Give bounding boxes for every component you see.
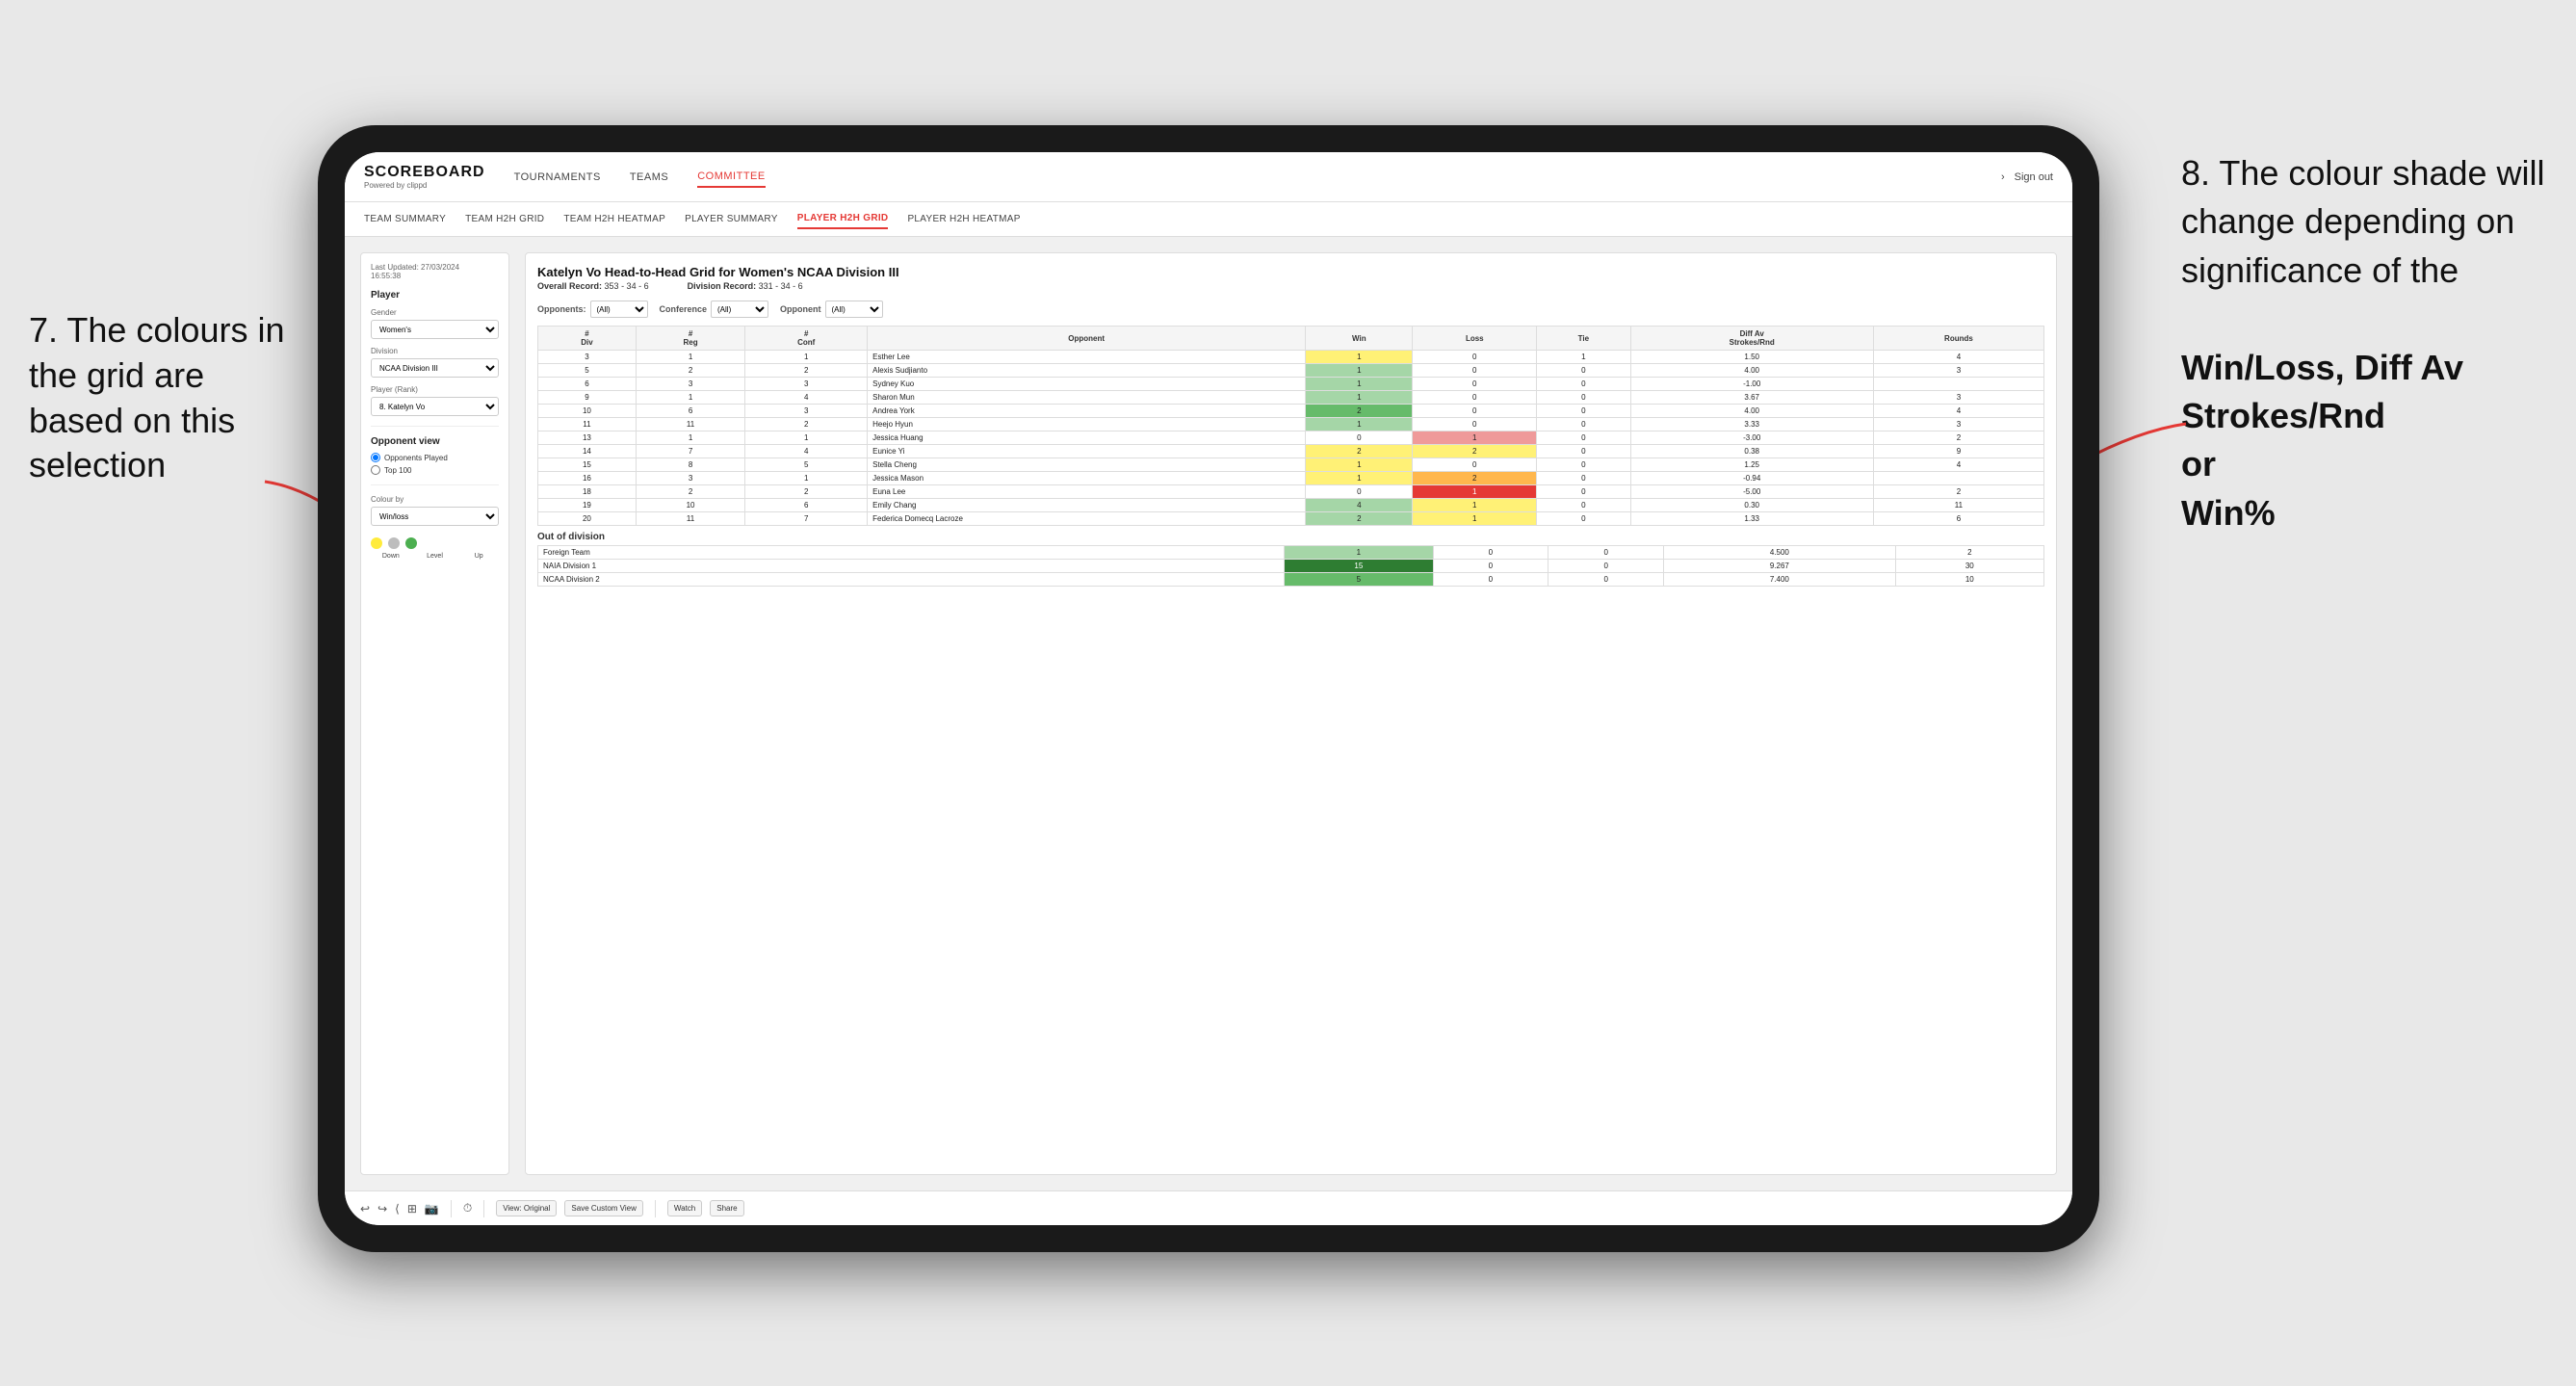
legend-area: Down Level Up [371,537,499,560]
redo-icon[interactable]: ↪ [377,1202,387,1216]
subnav-player-h2h-heatmap[interactable]: PLAYER H2H HEATMAP [907,210,1020,228]
toolbar-divider-3 [655,1200,656,1217]
step-back-icon[interactable]: ⟨ [395,1202,400,1216]
table-row: 13 1 1 Jessica Huang 0 1 0 -3.00 2 [538,431,2044,445]
tablet-frame: SCOREBOARD Powered by clippd TOURNAMENTS… [318,125,2099,1252]
share-btn[interactable]: Share [710,1200,743,1216]
nav-bar: SCOREBOARD Powered by clippd TOURNAMENTS… [345,152,2072,202]
out-of-division-header: Out of division [537,526,2044,545]
col-diff: Diff AvStrokes/Rnd [1630,327,1873,351]
subnav-team-summary[interactable]: TEAM SUMMARY [364,210,446,228]
filter-row: Opponents: (All) Conference (All) Oppone… [537,301,2044,318]
legend-labels: Down Level Up [371,553,499,560]
save-custom-view-btn[interactable]: Save Custom View [564,1200,642,1216]
out-of-division-table: Foreign Team 1 0 0 4.500 2 NAIA Division… [537,545,2044,587]
filter-opponent: Opponent (All) [780,301,883,318]
bottom-toolbar: ↩ ↪ ⟨ ⊞ 📷 ⏱ View: Original Save Custom V… [345,1190,2072,1225]
sidebar-panel: Last Updated: 27/03/2024 16:55:38 Player… [360,252,509,1175]
radio-opponents-played[interactable] [371,453,380,462]
annotation-left: 7. The colours in the grid are based on … [29,308,299,488]
table-row: 14 7 4 Eunice Yi 2 2 0 0.38 9 [538,445,2044,458]
col-tie: Tie [1537,327,1630,351]
logo-text: SCOREBOARD [364,164,485,181]
table-row: 9 1 4 Sharon Mun 1 0 0 3.67 3 [538,391,2044,405]
sidebar-division-label: Division [371,347,499,355]
legend-dot-up [405,537,417,549]
nav-teams[interactable]: TEAMS [630,168,668,187]
table-row: 5 2 2 Alexis Sudjianto 1 0 0 4.00 3 [538,364,2044,378]
legend-dot-down [371,537,382,549]
sidebar-gender-label: Gender [371,308,499,317]
col-reg: #Reg [636,327,744,351]
colour-by-dropdown[interactable]: Win/loss [371,507,499,526]
opponent-view-radio-group: Opponents Played Top 100 [371,453,499,475]
undo-icon[interactable]: ↩ [360,1202,370,1216]
nav-tournaments[interactable]: TOURNAMENTS [514,168,601,187]
view-original-btn[interactable]: View: Original [496,1200,557,1216]
table-row: 11 11 2 Heejo Hyun 1 0 0 3.33 3 [538,418,2044,431]
col-loss: Loss [1413,327,1537,351]
table-row: 10 6 3 Andrea York 2 0 0 4.00 4 [538,405,2044,418]
nav-right: › Sign out [2001,171,2053,183]
radio-top100[interactable] [371,465,380,475]
ood-table-row: NCAA Division 2 5 0 0 7.400 10 [538,573,2044,587]
camera-icon[interactable]: 📷 [425,1202,439,1216]
table-row: 19 10 6 Emily Chang 4 1 0 0.30 11 [538,499,2044,512]
col-div: #Div [538,327,637,351]
subnav-player-summary[interactable]: PLAYER SUMMARY [685,210,778,228]
grid-records: Overall Record: 353 - 34 - 6 Division Re… [537,281,2044,291]
main-content: Last Updated: 27/03/2024 16:55:38 Player… [345,237,2072,1190]
table-row: 3 1 1 Esther Lee 1 0 1 1.50 4 [538,351,2044,364]
subnav-player-h2h-grid[interactable]: PLAYER H2H GRID [797,209,889,229]
opponent-filter-select[interactable]: (All) [825,301,883,318]
toolbar-divider-2 [483,1200,484,1217]
division-dropdown[interactable]: NCAA Division III [371,358,499,378]
annotation-right: 8. The colour shade will change dependin… [2181,149,2547,537]
logo-area: SCOREBOARD Powered by clippd [364,164,485,190]
col-opponent: Opponent [868,327,1306,351]
gender-dropdown[interactable]: Women's [371,320,499,339]
colour-by-label: Colour by [371,495,499,504]
sign-out-link[interactable]: Sign out [2015,171,2053,183]
sidebar-player-rank-label: Player (Rank) [371,385,499,394]
sub-nav: TEAM SUMMARY TEAM H2H GRID TEAM H2H HEAT… [345,202,2072,237]
sidebar-player-title: Player [371,290,499,301]
ood-table-row: Foreign Team 1 0 0 4.500 2 [538,546,2044,560]
ood-table-row: NAIA Division 1 15 0 0 9.267 30 [538,560,2044,573]
table-row: 15 8 5 Stella Cheng 1 0 0 1.25 4 [538,458,2044,472]
table-row: 18 2 2 Euna Lee 0 1 0 -5.00 2 [538,485,2044,499]
copy-icon[interactable]: ⊞ [407,1202,417,1216]
grid-title: Katelyn Vo Head-to-Head Grid for Women's… [537,265,2044,279]
legend-dot-level [388,537,400,549]
col-rounds: Rounds [1873,327,2043,351]
opponent-view-title: Opponent view [371,436,499,447]
nav-committee[interactable]: COMMITTEE [697,167,766,188]
logo-sub: Powered by clippd [364,181,485,190]
subnav-team-h2h-grid[interactable]: TEAM H2H GRID [465,210,544,228]
table-row: 16 3 1 Jessica Mason 1 2 0 -0.94 [538,472,2044,485]
grid-content: Katelyn Vo Head-to-Head Grid for Women's… [525,252,2057,1175]
main-data-table: #Div #Reg #Conf Opponent Win Loss Tie Di… [537,326,2044,526]
col-conf: #Conf [745,327,868,351]
player-rank-dropdown[interactable]: 8. Katelyn Vo [371,397,499,416]
clock-icon[interactable]: ⏱ [463,1201,472,1216]
toolbar-divider-1 [451,1200,452,1217]
watch-btn[interactable]: Watch [667,1200,702,1216]
table-row: 20 11 7 Federica Domecq Lacroze 2 1 0 1.… [538,512,2044,526]
tablet-screen: SCOREBOARD Powered by clippd TOURNAMENTS… [345,152,2072,1225]
filter-opponents: Opponents: (All) [537,301,648,318]
subnav-team-h2h-heatmap[interactable]: TEAM H2H HEATMAP [563,210,665,228]
table-row: 6 3 3 Sydney Kuo 1 0 0 -1.00 [538,378,2044,391]
nav-links: TOURNAMENTS TEAMS COMMITTEE [514,167,2001,188]
col-win: Win [1306,327,1413,351]
legend-dots [371,537,499,549]
table-header-row: #Div #Reg #Conf Opponent Win Loss Tie Di… [538,327,2044,351]
conference-filter-select[interactable]: (All) [711,301,768,318]
opponents-filter-select[interactable]: (All) [590,301,648,318]
filter-conference: Conference (All) [660,301,769,318]
sidebar-timestamp: Last Updated: 27/03/2024 16:55:38 [371,263,499,280]
